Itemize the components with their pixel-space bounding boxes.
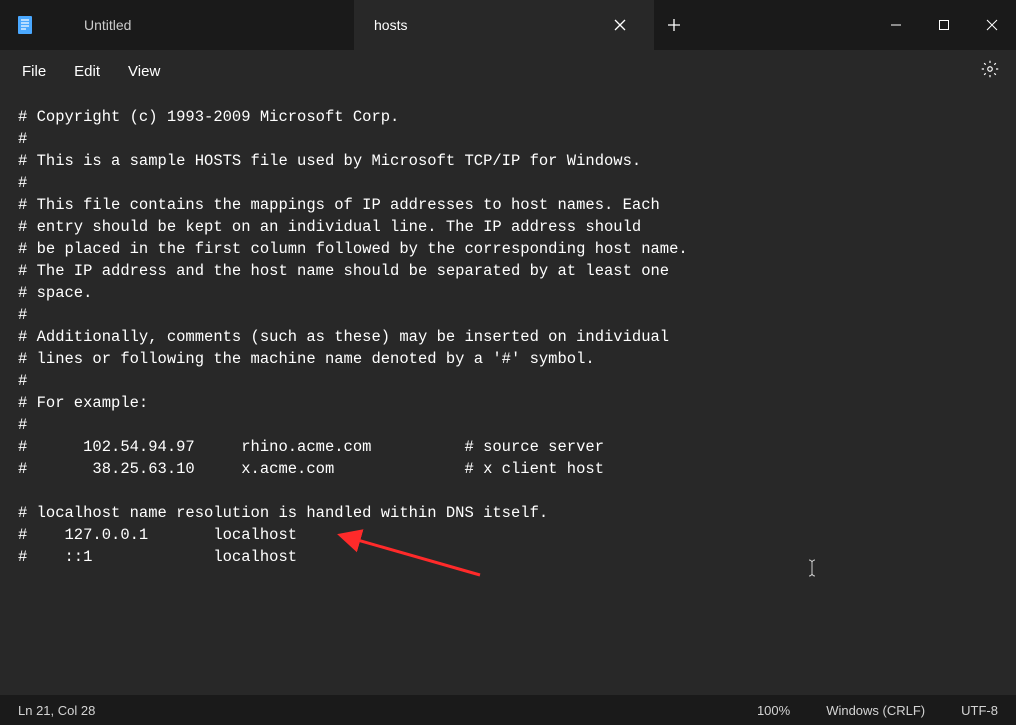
tab-label: hosts <box>374 17 590 33</box>
close-tab-icon[interactable] <box>606 11 634 39</box>
tab-label: Untitled <box>84 17 334 33</box>
menu-edit[interactable]: Edit <box>60 57 114 86</box>
titlebar-left <box>0 0 64 50</box>
status-line-ending[interactable]: Windows (CRLF) <box>808 695 943 725</box>
new-tab-button[interactable] <box>654 0 694 50</box>
close-window-button[interactable] <box>968 0 1016 50</box>
status-zoom[interactable]: 100% <box>739 695 808 725</box>
tab-hosts[interactable]: hosts <box>354 0 654 50</box>
menu-file[interactable]: File <box>8 57 60 86</box>
settings-button[interactable] <box>972 53 1008 89</box>
status-cursor-position[interactable]: Ln 21, Col 28 <box>0 695 113 725</box>
status-encoding[interactable]: UTF-8 <box>943 695 1016 725</box>
titlebar: Untitled hosts <box>0 0 1016 50</box>
notepad-app-icon <box>16 15 36 35</box>
maximize-button[interactable] <box>920 0 968 50</box>
tab-untitled[interactable]: Untitled <box>64 0 354 50</box>
statusbar: Ln 21, Col 28 100% Windows (CRLF) UTF-8 <box>0 695 1016 725</box>
gear-icon <box>981 60 999 83</box>
menubar: File Edit View <box>0 50 1016 92</box>
menu-view[interactable]: View <box>114 57 174 86</box>
window-controls <box>872 0 1016 50</box>
minimize-button[interactable] <box>872 0 920 50</box>
text-editor[interactable]: # Copyright (c) 1993-2009 Microsoft Corp… <box>0 92 1016 695</box>
